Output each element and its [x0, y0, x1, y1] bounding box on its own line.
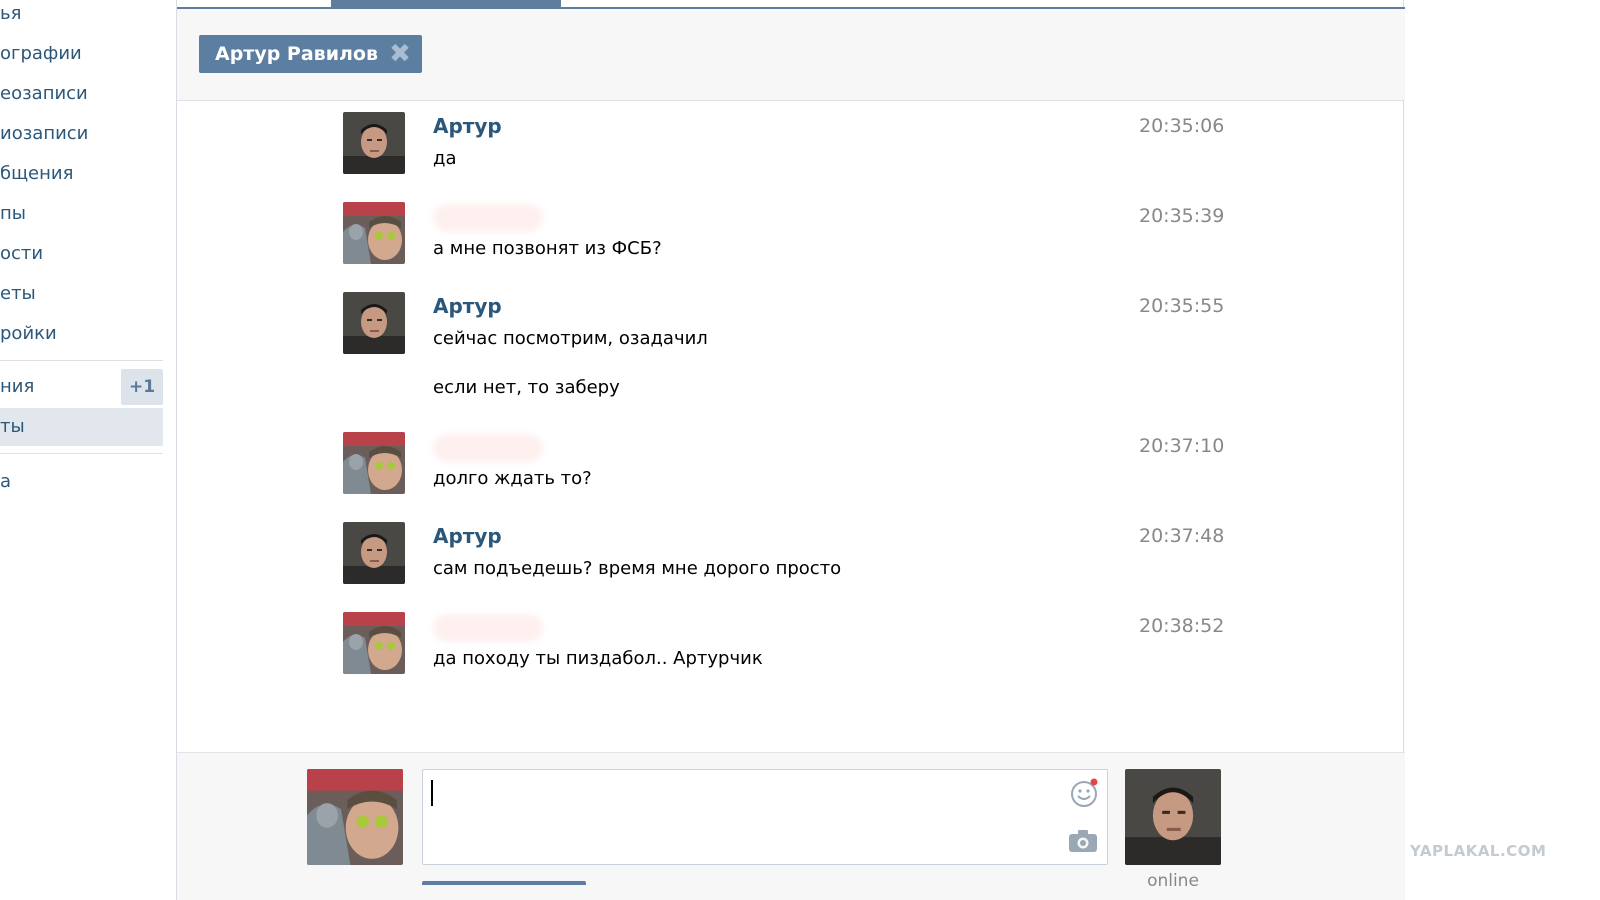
recipient-name: Артур Равилов: [215, 43, 378, 65]
message-composer: online: [177, 752, 1405, 900]
watermark: YAPLAKAL.COM: [1410, 842, 1547, 860]
message-author[interactable]: Артур: [433, 112, 502, 140]
message-time[interactable]: 20:38:52: [1139, 612, 1224, 640]
message-time[interactable]: 20:35:39: [1139, 202, 1224, 230]
sidebar-item-label: ния: [0, 376, 35, 397]
sidebar-item-label: ости: [0, 243, 44, 264]
sidebar-item-groups[interactable]: пы: [0, 195, 165, 233]
sidebar-divider: [0, 453, 163, 454]
sidebar-item-messages[interactable]: бщения: [0, 155, 165, 193]
sidebar-item-news[interactable]: ости: [0, 235, 165, 273]
avatar-self-large[interactable]: [307, 769, 403, 865]
avatar-artur[interactable]: [343, 522, 405, 584]
message-author[interactable]: Артур: [433, 292, 502, 320]
avatar-self[interactable]: [343, 432, 405, 494]
sidebar-item-label: бщения: [0, 163, 74, 184]
tab-active-indicator[interactable]: [331, 0, 561, 8]
online-status: online: [1147, 871, 1199, 891]
message-time[interactable]: 20:35:06: [1139, 112, 1224, 140]
sidebar-divider: [0, 360, 163, 361]
message-text: сейчас посмотрим, озадачил: [433, 328, 708, 349]
avatar-self[interactable]: [343, 202, 405, 264]
dialog-header: Артур Равилов ✖: [177, 9, 1405, 101]
sidebar-item-label: ья: [0, 3, 22, 24]
message-time[interactable]: 20:37:10: [1139, 432, 1224, 460]
message-text: да: [433, 148, 457, 169]
sidebar-item-videos[interactable]: еозаписи: [0, 75, 165, 113]
message-text: если нет, то заберу: [433, 377, 620, 398]
message-author-redacted: [433, 204, 543, 232]
message-author-redacted: [433, 614, 543, 642]
message-input[interactable]: [422, 769, 1108, 865]
sidebar-item-label: еозаписи: [0, 83, 88, 104]
sidebar-item-answers[interactable]: еты: [0, 275, 165, 313]
avatar-artur-large[interactable]: [1125, 769, 1221, 865]
sidebar-item-settings[interactable]: ройки: [0, 315, 165, 353]
sidebar-item-label: иозаписи: [0, 123, 89, 144]
sidebar-item-label: пы: [0, 203, 26, 224]
text-caret: [431, 780, 433, 806]
smile-icon[interactable]: [1069, 778, 1099, 808]
close-icon[interactable]: ✖: [388, 41, 412, 67]
sidebar-item-photos[interactable]: ографии: [0, 35, 165, 73]
sidebar-item-label: еты: [0, 283, 36, 304]
avatar-artur[interactable]: [343, 112, 405, 174]
avatar-self[interactable]: [343, 612, 405, 674]
sidebar-item-label: а: [0, 471, 12, 492]
message-author[interactable]: Артур: [433, 522, 502, 550]
sidebar-item-active[interactable]: ты: [0, 408, 163, 446]
sidebar-item-label: ты: [0, 416, 25, 437]
dialog-panel: Артур Равилов ✖ Артур 20:35:06 да 20:35:…: [176, 0, 1405, 900]
message-text: сам подъедешь? время мне дорого просто: [433, 558, 842, 579]
message-author-redacted: [433, 434, 543, 462]
message-text: а мне позвонят из ФСБ?: [433, 238, 662, 259]
recipient-chip[interactable]: Артур Равилов ✖: [199, 35, 422, 73]
sidebar-item-extra[interactable]: а: [0, 463, 165, 501]
message-time[interactable]: 20:37:48: [1139, 522, 1224, 550]
avatar-artur[interactable]: [343, 292, 405, 354]
message-time[interactable]: 20:35:55: [1139, 292, 1224, 320]
left-sidebar-menu: ья ографии еозаписи иозаписи бщения пы о…: [0, 0, 165, 900]
sidebar-item-label: ройки: [0, 323, 57, 344]
sidebar-item-friends[interactable]: ья: [0, 0, 165, 33]
sidebar-item-label: ографии: [0, 43, 82, 64]
send-button[interactable]: [422, 881, 586, 885]
sidebar-counter-badge[interactable]: +1: [121, 369, 163, 405]
camera-icon[interactable]: [1067, 828, 1099, 854]
message-text: да походу ты пиздабол.. Артурчик: [433, 648, 763, 669]
message-text: долго ждать то?: [433, 468, 592, 489]
sidebar-item-audio[interactable]: иозаписи: [0, 115, 165, 153]
